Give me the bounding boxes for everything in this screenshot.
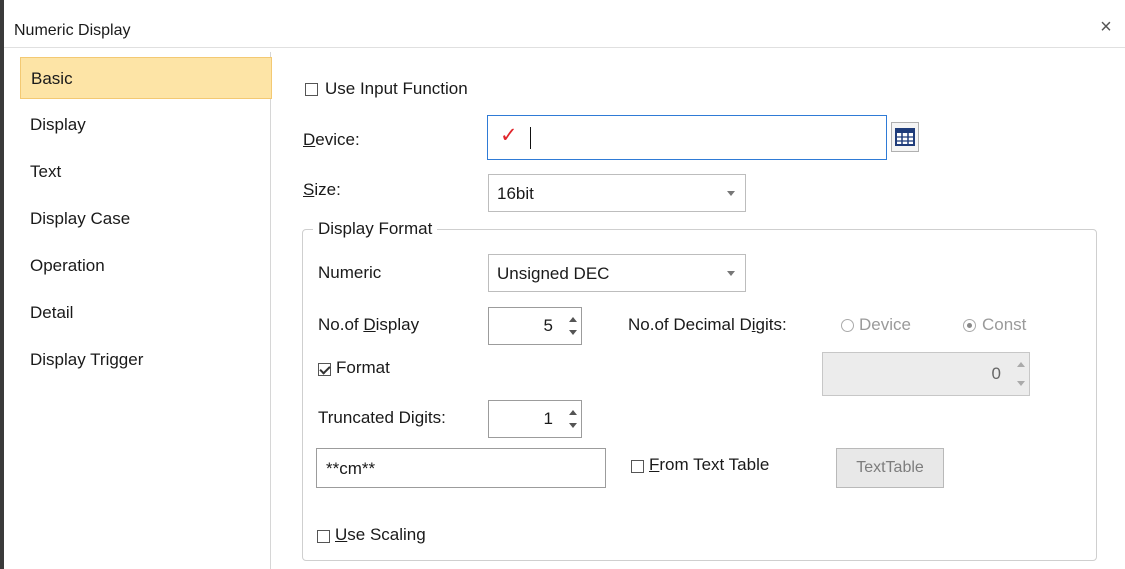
chevron-down-icon [727, 271, 735, 276]
sidebar-item-basic[interactable]: Basic [20, 57, 272, 99]
truncated-digits-value: 1 [543, 409, 553, 428]
size-select[interactable]: 16bit [488, 174, 746, 212]
sidebar-item-display[interactable]: Display [20, 104, 272, 146]
check-icon: ✓ [500, 124, 518, 147]
title-bar[interactable]: Numeric Display × [4, 0, 1125, 48]
numeric-select[interactable]: Unsigned DEC [488, 254, 746, 292]
window-edge [0, 0, 4, 569]
numeric-label: Numeric [318, 263, 382, 282]
truncated-digits-stepper[interactable]: 1 [488, 400, 582, 438]
device-label: Device: [303, 130, 360, 149]
no-of-display-stepper[interactable]: 5 [488, 307, 582, 345]
spin-down-icon[interactable] [569, 423, 577, 428]
use-input-function-checkbox[interactable] [305, 83, 318, 96]
close-icon[interactable]: × [1095, 16, 1117, 38]
decimal-device-radio[interactable] [841, 319, 854, 332]
format-text-input[interactable]: **cm** [316, 448, 606, 488]
decimal-const-radio[interactable] [963, 319, 976, 332]
use-input-function-label: Use Input Function [325, 79, 468, 98]
window-title: Numeric Display [14, 22, 131, 39]
text-cursor [530, 127, 531, 149]
decimal-digits-label: No.of Decimal Digits: [628, 315, 787, 334]
sidebar-item-text[interactable]: Text [20, 151, 272, 193]
format-label: Format [336, 358, 390, 377]
format-checkbox[interactable] [318, 363, 331, 376]
use-scaling-checkbox[interactable] [317, 530, 330, 543]
basic-panel: Use Input Function Device: ✓ Size: 16bit [270, 52, 1125, 569]
spin-down-icon[interactable] [1017, 381, 1025, 386]
spin-up-icon[interactable] [1017, 362, 1025, 367]
from-text-table-label: From Text Table [649, 455, 770, 474]
use-scaling-label: Use Scaling [335, 525, 426, 544]
spin-up-icon[interactable] [569, 317, 577, 322]
from-text-table-checkbox[interactable] [631, 460, 644, 473]
no-of-display-value: 5 [543, 316, 553, 335]
text-table-button[interactable]: TextTable [836, 448, 944, 488]
sidebar-item-detail[interactable]: Detail [20, 292, 272, 334]
device-input[interactable]: ✓ [487, 115, 887, 160]
spin-down-icon[interactable] [569, 330, 577, 335]
format-text-value: **cm** [326, 459, 376, 478]
sidebar-item-display-trigger[interactable]: Display Trigger [20, 339, 272, 381]
numeric-display-dialog: Numeric Display × Basic Display Text Dis… [0, 0, 1125, 569]
sidebar-item-operation[interactable]: Operation [20, 245, 272, 287]
decimal-device-label: Device [859, 315, 911, 334]
table-icon [895, 128, 915, 146]
decimal-digits-value: 0 [991, 364, 1001, 383]
decimal-digits-stepper[interactable]: 0 [822, 352, 1030, 396]
device-browse-button[interactable] [891, 122, 919, 152]
size-value: 16bit [497, 184, 534, 203]
size-label: Size: [303, 180, 341, 199]
decimal-const-label: Const [982, 315, 1027, 334]
no-of-display-label: No.of Display [318, 315, 420, 334]
sidebar-item-display-case[interactable]: Display Case [20, 198, 272, 240]
sidebar: Basic Display Text Display Case Operatio… [10, 52, 272, 569]
spin-up-icon[interactable] [569, 410, 577, 415]
display-format-title: Display Format [313, 219, 438, 239]
numeric-value: Unsigned DEC [497, 264, 610, 283]
truncated-digits-label: Truncated Digits: [318, 408, 446, 427]
chevron-down-icon [727, 191, 735, 196]
